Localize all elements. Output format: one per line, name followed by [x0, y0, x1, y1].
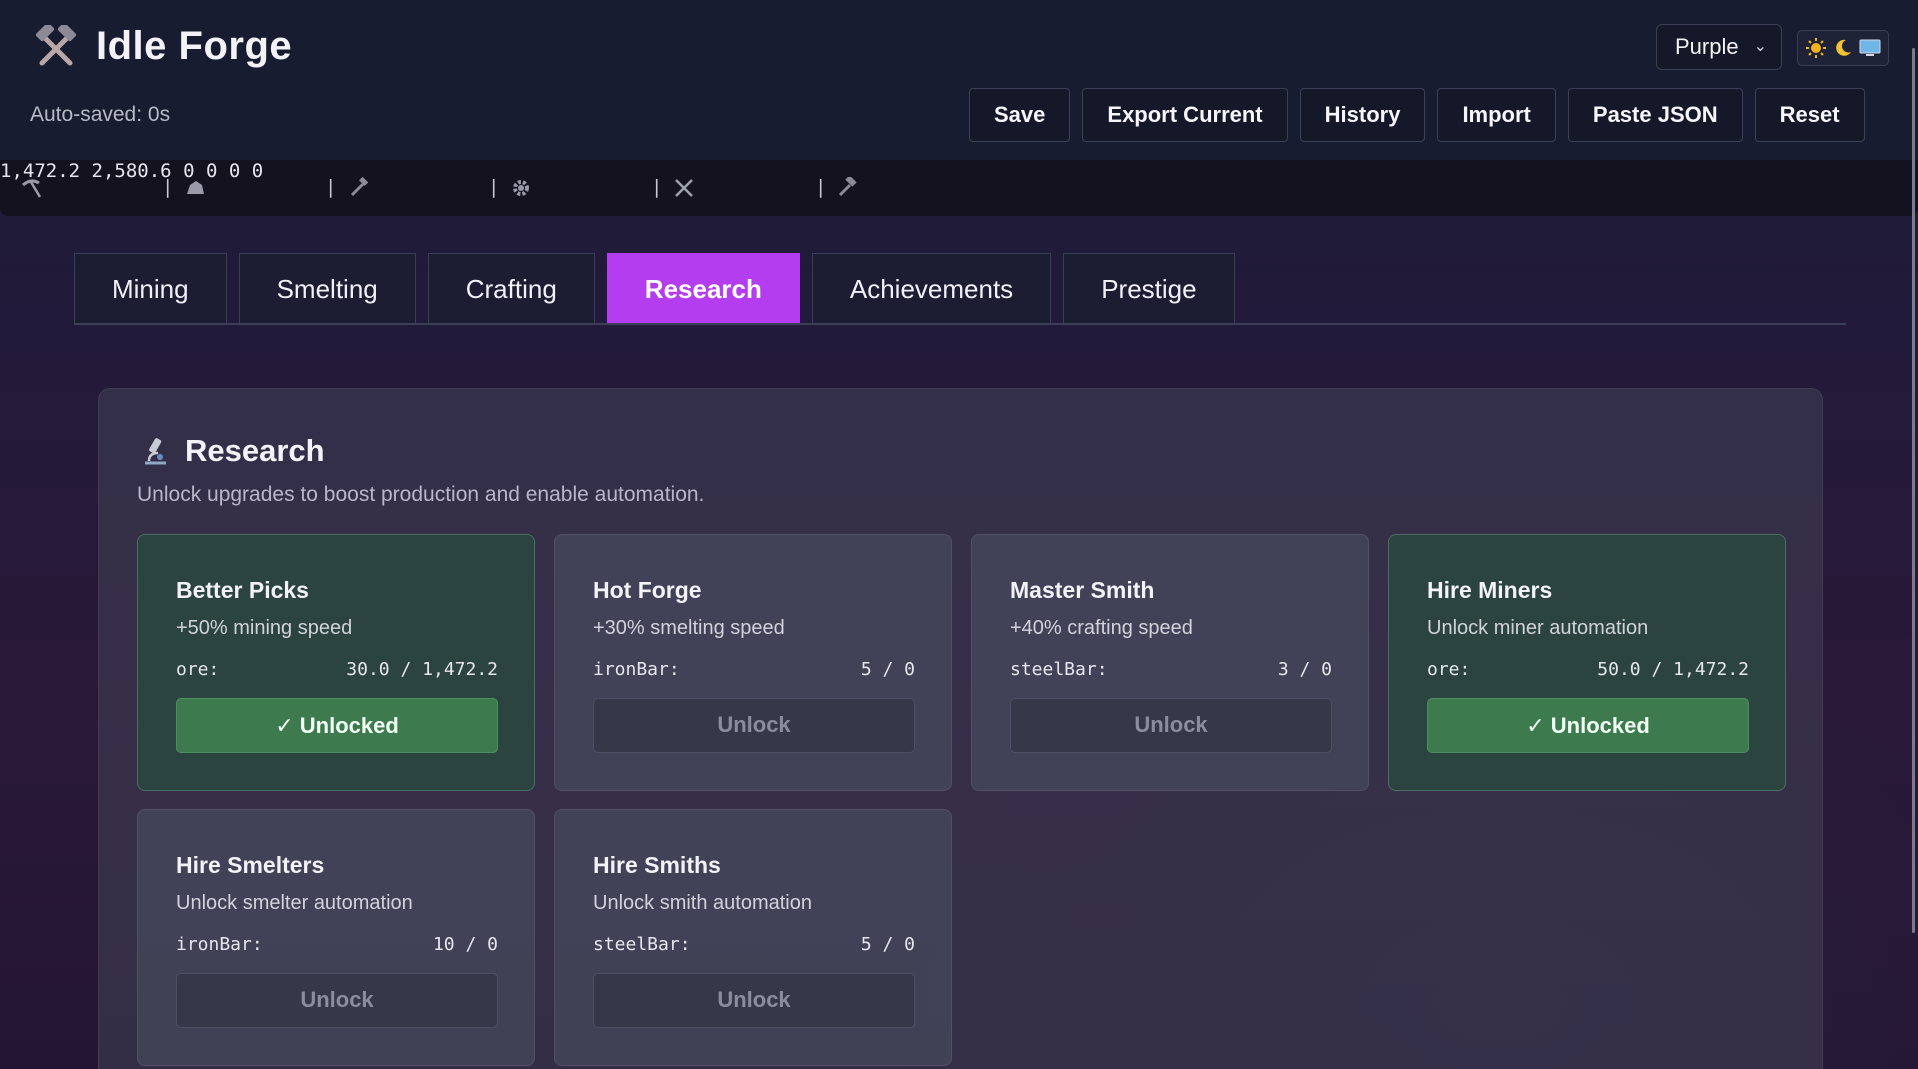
tab-bar: Mining Smelting Crafting Research Achiev… — [74, 253, 1235, 323]
card-title: Hire Smelters — [176, 852, 325, 878]
card-description: +50% mining speed — [176, 617, 353, 639]
research-panel: Research Unlock upgrades to boost produc… — [98, 388, 1823, 1069]
hammer-icon — [838, 177, 857, 197]
research-card: Hire Smelters Unlock smelter automation … — [137, 809, 535, 1066]
cost-label: ore: — [1427, 659, 1471, 680]
history-button[interactable]: History — [1299, 88, 1426, 142]
reset-button[interactable]: Reset — [1754, 88, 1865, 142]
import-button[interactable]: Import — [1437, 88, 1556, 142]
page-scrollbar[interactable] — [1912, 48, 1915, 933]
panel-title: Research — [185, 433, 325, 468]
resource-value-swords: 0 — [228, 160, 241, 182]
tab-smelting[interactable]: Smelting — [238, 253, 416, 323]
resource-value-gear: 0 — [205, 160, 218, 182]
separator: | — [162, 176, 174, 198]
resource-value-hammer: 0 — [251, 160, 264, 182]
export-current-button[interactable]: Export Current — [1082, 88, 1288, 142]
unlocked-button[interactable]: ✓ Unlocked — [176, 698, 498, 753]
resource-value-ore: 2,580.6 — [91, 160, 172, 182]
tab-prestige[interactable]: Prestige — [1063, 253, 1235, 323]
save-button[interactable]: Save — [969, 88, 1071, 142]
gear-icon — [513, 180, 529, 196]
resource-pickaxe — [20, 160, 42, 216]
panel-subtitle: Unlock upgrades to boost production and … — [137, 483, 705, 506]
unlock-button[interactable]: Unlock — [1010, 698, 1332, 753]
card-description: +40% crafting speed — [1010, 617, 1193, 639]
resource-iron-bar — [348, 160, 370, 216]
ore-icon — [187, 181, 204, 194]
tab-mining[interactable]: Mining — [74, 253, 227, 323]
unlock-button[interactable]: Unlock — [176, 973, 498, 1028]
cost-label: ironBar: — [176, 934, 263, 955]
autosave-status: Auto-saved: 0s — [30, 103, 171, 126]
theme-select[interactable]: Purple ⌄ — [1656, 24, 1782, 70]
pickaxe-icon — [22, 179, 42, 198]
cost-label: steelBar: — [593, 934, 691, 955]
resource-swords — [673, 160, 695, 216]
resource-hammer — [836, 160, 858, 216]
resource-gear — [510, 160, 532, 216]
tab-achievements[interactable]: Achievements — [811, 253, 1052, 323]
card-description: Unlock smelter automation — [176, 892, 413, 914]
monitor-icon[interactable] — [1858, 36, 1882, 60]
research-card: Hire Miners Unlock miner automation ore:… — [1388, 534, 1786, 791]
unlock-button[interactable]: Unlock — [593, 698, 915, 753]
card-title: Better Picks — [176, 577, 309, 603]
research-card: Hire Smiths Unlock smith automation stee… — [554, 809, 952, 1066]
card-title: Hot Forge — [593, 577, 702, 603]
tab-research[interactable]: Research — [606, 253, 800, 323]
card-title: Hire Miners — [1427, 577, 1553, 603]
toolbar: Save Export Current History Import Paste… — [969, 88, 1865, 142]
cost-value: 50.0 / 1,472.2 — [1597, 659, 1749, 680]
crossed-hammers-icon — [35, 24, 77, 65]
cost-label: steelBar: — [1010, 659, 1108, 680]
tab-divider — [74, 323, 1846, 325]
card-title: Hire Smiths — [593, 852, 721, 878]
unlock-button[interactable]: Unlock — [593, 973, 915, 1028]
resource-bar: 1,472.2 | 2,580.6 | 0 | 0 | 0 | 0 — [0, 160, 1918, 216]
card-description: +30% smelting speed — [593, 617, 785, 639]
cost-value: 5 / 0 — [860, 934, 915, 955]
moon-icon[interactable] — [1831, 36, 1855, 60]
resource-ore — [184, 160, 206, 216]
app-header: Idle Forge Auto-saved: 0s Purple ⌄ Save … — [0, 0, 1918, 160]
paste-json-button[interactable]: Paste JSON — [1567, 88, 1743, 142]
cost-label: ore: — [176, 659, 220, 680]
card-description: Unlock smith automation — [593, 892, 812, 914]
microscope-icon — [145, 438, 166, 465]
cost-value: 10 / 0 — [432, 934, 498, 955]
crossed-swords-icon — [675, 179, 693, 197]
panel-header: Research — [139, 433, 325, 469]
research-card: Hot Forge +30% smelting speed ironBar: 5… — [554, 534, 952, 791]
sun-icon[interactable] — [1804, 36, 1828, 60]
unlocked-button[interactable]: ✓ Unlocked — [1427, 698, 1749, 753]
card-description: Unlock miner automation — [1427, 617, 1649, 639]
tab-crafting[interactable]: Crafting — [427, 253, 595, 323]
cost-label: ironBar: — [593, 659, 680, 680]
color-mode-toggle — [1797, 30, 1889, 66]
separator: | — [325, 176, 337, 198]
cost-value: 3 / 0 — [1277, 659, 1332, 680]
cost-value: 30.0 / 1,472.2 — [346, 659, 498, 680]
app-title: Idle Forge — [96, 24, 293, 68]
brand: Idle Forge — [34, 24, 292, 69]
separator: | — [488, 176, 500, 198]
separator: | — [651, 176, 663, 198]
research-card: Master Smith +40% crafting speed steelBa… — [971, 534, 1369, 791]
iron-bar-icon — [350, 177, 369, 197]
chevron-down-icon: ⌄ — [1753, 38, 1767, 55]
separator: | — [815, 176, 827, 198]
cost-value: 5 / 0 — [860, 659, 915, 680]
theme-select-value: Purple — [1675, 34, 1739, 59]
research-card: Better Picks +50% mining speed ore: 30.0… — [137, 534, 535, 791]
card-title: Master Smith — [1010, 577, 1155, 603]
